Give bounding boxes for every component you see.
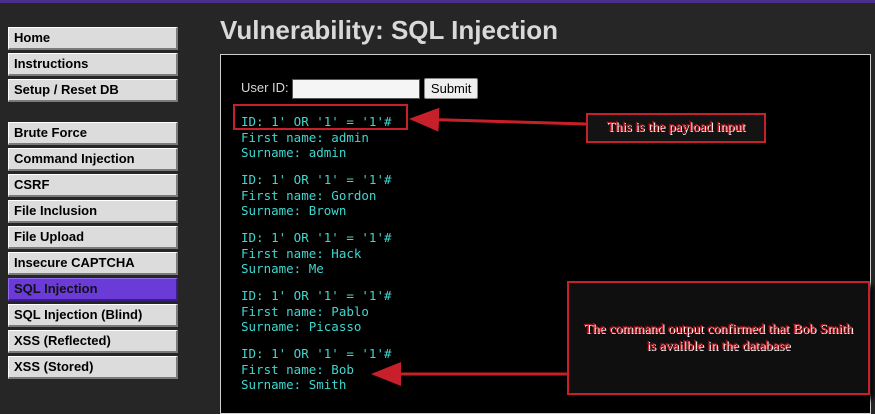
menu-item-insecure-captcha[interactable]: Insecure CAPTCHA xyxy=(8,252,178,275)
page-title: Vulnerability: SQL Injection xyxy=(220,15,559,45)
menu-group-general: Home Instructions Setup / Reset DB xyxy=(8,27,178,102)
menu-item-sql-injection-blind[interactable]: SQL Injection (Blind) xyxy=(8,304,178,327)
menu-item-instructions[interactable]: Instructions xyxy=(8,53,178,76)
result-block: ID: 1' OR '1' = '1'# First name: Bob Surna… xyxy=(241,346,392,393)
submit-button[interactable]: Submit xyxy=(423,78,479,99)
result-id: ID: 1' OR '1' = '1'# xyxy=(241,346,392,361)
menu-item-command-injection[interactable]: Command Injection xyxy=(8,148,178,171)
result-surname: Surname: Brown xyxy=(241,203,347,218)
menu-item-setup-reset-db[interactable]: Setup / Reset DB xyxy=(8,79,178,102)
result-surname: Surname: Me xyxy=(241,261,324,276)
result-id: ID: 1' OR '1' = '1'# xyxy=(241,230,392,245)
top-accent-bar xyxy=(0,0,875,3)
user-id-input[interactable] xyxy=(292,78,421,99)
menu-item-brute-force[interactable]: Brute Force xyxy=(8,122,178,145)
sidebar-menu: Home Instructions Setup / Reset DB Brute… xyxy=(8,27,178,382)
menu-item-file-upload[interactable]: File Upload xyxy=(8,226,178,249)
menu-item-csrf[interactable]: CSRF xyxy=(8,174,178,197)
result-id: ID: 1' OR '1' = '1'# xyxy=(241,288,392,303)
result-first-name: First name: Bob xyxy=(241,361,354,377)
result-first-name: First name: Gordon xyxy=(241,187,377,203)
result-block: ID: 1' OR '1' = '1'# First name: Gordon Su… xyxy=(241,172,392,219)
user-id-label: User ID: xyxy=(241,79,289,95)
menu-group-vulnerabilities: Brute Force Command Injection CSRF File … xyxy=(8,122,178,379)
result-surname: Surname: Smith xyxy=(241,377,347,392)
result-id: ID: 1' OR '1' = '1'# xyxy=(241,172,392,187)
result-surname: Surname: Picasso xyxy=(241,319,362,334)
result-first-name: First name: Hack xyxy=(241,245,362,261)
result-surname: Surname: admin xyxy=(241,145,347,160)
menu-item-file-inclusion[interactable]: File Inclusion xyxy=(8,200,178,223)
result-block: ID: 1' OR '1' = '1'# First name: Hack Surn… xyxy=(241,230,392,277)
payload-callout: This is the payload input xyxy=(586,113,766,143)
menu-item-xss-reflected[interactable]: XSS (Reflected) xyxy=(8,330,178,353)
menu-item-home[interactable]: Home xyxy=(8,27,178,50)
menu-item-sql-injection[interactable]: SQL Injection xyxy=(8,278,178,301)
output-callout-text: The command output confirmed that Bob Sm… xyxy=(583,322,854,354)
menu-item-xss-stored[interactable]: XSS (Stored) xyxy=(8,356,178,379)
result-first-name: First name: admin xyxy=(241,129,369,145)
payload-highlight-box xyxy=(233,104,408,130)
result-first-name: First name: Pablo xyxy=(241,303,369,319)
output-callout: The command output confirmed that Bob Sm… xyxy=(567,281,870,395)
user-id-form: User ID: Submit xyxy=(241,78,479,99)
result-block: ID: 1' OR '1' = '1'# First name: Pablo Sur… xyxy=(241,288,392,335)
